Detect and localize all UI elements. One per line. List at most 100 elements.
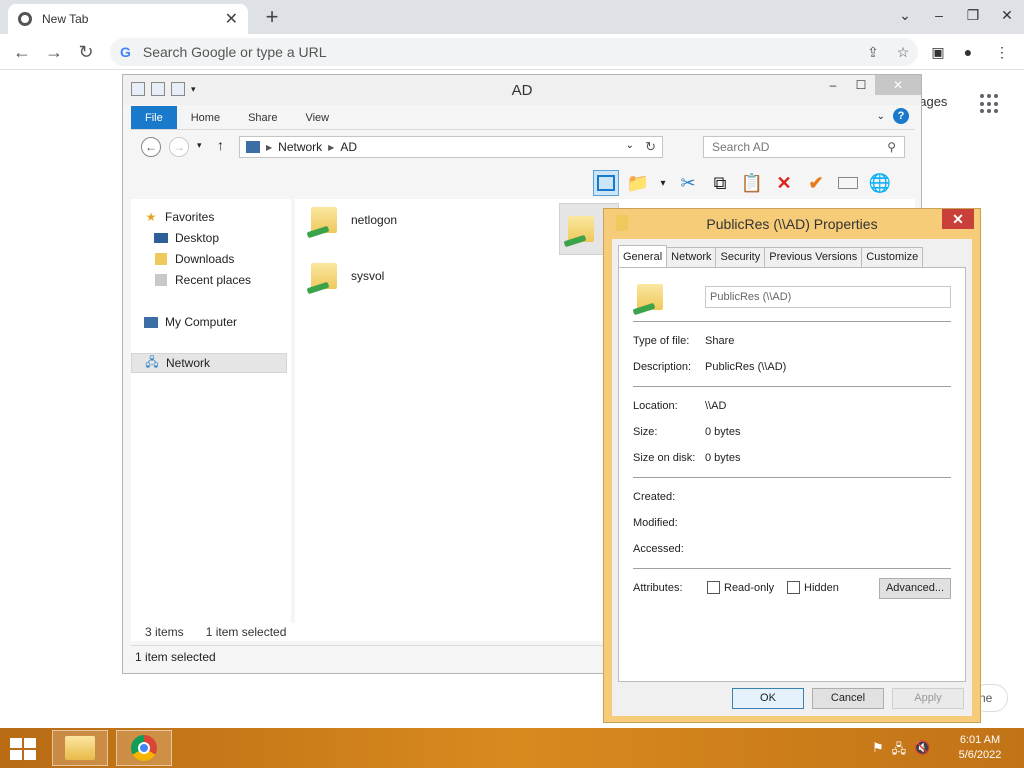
minimize-icon[interactable]: – (922, 0, 956, 34)
close-icon[interactable]: ✕ (942, 209, 974, 229)
action-center-flag-icon[interactable]: ⚑ (872, 740, 884, 762)
forward-icon[interactable]: → (42, 40, 66, 64)
apply-button[interactable]: Apply (892, 688, 964, 709)
address-dropdown-icon[interactable]: ⌄ (626, 140, 634, 151)
recent-dropdown-icon[interactable]: ▾ (197, 140, 202, 151)
paste-icon[interactable]: 📋 (739, 170, 765, 196)
advanced-button[interactable]: Advanced... (879, 578, 951, 599)
tab-customize[interactable]: Customize (861, 247, 924, 268)
omnibox[interactable]: G Search Google or type a URL ⇪ ☆ (110, 38, 918, 66)
preview-pane-icon[interactable] (593, 170, 619, 196)
sidebar-item-network[interactable]: 🖧 Network (131, 353, 287, 373)
list-item[interactable]: netlogon (306, 205, 398, 239)
delete-icon[interactable]: ✕ (771, 170, 797, 196)
close-window-icon[interactable]: ✕ (990, 0, 1024, 34)
profile-avatar-icon[interactable]: ● (956, 40, 980, 64)
computer-icon (143, 315, 159, 329)
ok-button[interactable]: OK (732, 688, 804, 709)
chrome-taskbar-icon[interactable] (116, 730, 172, 766)
properties-titlebar: PublicRes (\\AD) Properties ✕ (604, 209, 980, 239)
up-icon[interactable]: ↑ (217, 137, 224, 153)
general-panel: PublicRes (\\AD) Type of file: Share Des… (618, 267, 966, 682)
sidebar-item-label: My Computer (165, 315, 238, 329)
size-label: Size: (633, 426, 658, 438)
restore-icon[interactable]: ❐ (956, 0, 990, 34)
bookmark-star-icon[interactable]: ☆ (888, 44, 918, 61)
tab-view[interactable]: View (291, 106, 343, 129)
organize-icon[interactable]: 📁 (625, 170, 651, 196)
selected-count: 1 item selected (205, 625, 287, 639)
close-icon[interactable]: ✕ (875, 75, 921, 95)
recent-places-icon (153, 273, 169, 287)
breadcrumb-separator-icon[interactable]: ▶ (328, 143, 334, 152)
divider (633, 477, 951, 478)
sidebar-item-downloads[interactable]: Downloads (153, 249, 309, 269)
help-icon[interactable]: ? (893, 108, 909, 124)
tab-security[interactable]: Security (715, 247, 766, 268)
sidebar-item-desktop[interactable]: Desktop (153, 228, 309, 248)
checkbox-box[interactable] (787, 581, 800, 594)
back-icon[interactable]: ← (10, 40, 34, 64)
menu-icon[interactable]: ⋮ (990, 40, 1014, 64)
refresh-icon[interactable]: ↻ (645, 139, 656, 155)
modified-label: Modified: (633, 517, 678, 529)
rename-icon[interactable] (835, 170, 861, 196)
organize-dropdown-icon[interactable]: ▾ (657, 170, 669, 196)
tab-new-tab[interactable]: New Tab ✕ (8, 4, 248, 34)
minimize-icon[interactable]: – (819, 75, 847, 95)
volume-muted-icon[interactable]: 🔇 (914, 740, 930, 762)
back-icon[interactable]: ← (141, 137, 161, 157)
tab-network[interactable]: Network (666, 247, 717, 268)
close-tab-icon[interactable]: ✕ (225, 9, 238, 29)
search-input[interactable]: Search AD ⚲ (703, 136, 905, 158)
shared-folder-icon (306, 261, 341, 295)
share-icon[interactable]: ⇪ (858, 44, 888, 61)
readonly-checkbox[interactable]: Read-only (707, 581, 774, 594)
sidebar-item-favorites[interactable]: ★ Favorites (143, 207, 299, 227)
clock-time: 6:01 AM (959, 734, 1001, 746)
network-status-icon[interactable]: 🖧 (892, 740, 907, 762)
sidebar-item-label: Downloads (175, 252, 235, 266)
breadcrumb-ad[interactable]: AD (340, 140, 357, 154)
sidebar-item-computer[interactable]: My Computer (143, 312, 299, 332)
taskbar: ⚑ 🖧 🔇 6:01 AM 5/6/2022 (0, 728, 1024, 768)
checkbox-box[interactable] (707, 581, 720, 594)
windows-start-icon[interactable] (10, 738, 38, 760)
divider (633, 386, 951, 387)
address-row: ← → ▾ ↑ ▶ Network ▶ AD ⌄ ↻ Search AD ⚲ (131, 133, 915, 163)
desktop-icon (153, 231, 169, 245)
apps-grid-icon[interactable] (980, 94, 1000, 114)
reload-icon[interactable]: ↻ (74, 40, 98, 64)
tab-general[interactable]: General (618, 245, 668, 267)
maximize-icon[interactable]: ☐ (847, 75, 875, 95)
copy-icon[interactable]: ⧉ (707, 170, 733, 196)
file-explorer-taskbar-icon[interactable] (52, 730, 108, 766)
tab-previous-versions[interactable]: Previous Versions (764, 247, 863, 268)
checkmark-icon[interactable]: ✔ (803, 170, 829, 196)
forward-icon[interactable]: → (169, 137, 189, 157)
expand-ribbon-icon[interactable]: ⌄ (877, 111, 885, 122)
tab-share[interactable]: Share (234, 106, 291, 129)
file-name: netlogon (351, 213, 398, 227)
taskbar-clock[interactable]: 6:01 AM 5/6/2022 (950, 733, 1010, 763)
name-field[interactable]: PublicRes (\\AD) (705, 286, 951, 308)
cancel-button[interactable]: Cancel (812, 688, 884, 709)
tab-search-icon[interactable]: ⌄ (888, 0, 922, 34)
search-icon: ⚲ (887, 140, 896, 154)
list-item[interactable]: sysvol (306, 261, 384, 295)
tab-file[interactable]: File (131, 106, 177, 129)
breadcrumb-network[interactable]: Network (278, 140, 322, 154)
navigation-pane: ★ Favorites Desktop Downloads Recent pla… (131, 199, 291, 629)
description-value: PublicRes (\\AD) (705, 361, 787, 373)
breadcrumb-separator-icon[interactable]: ▶ (266, 143, 272, 152)
hidden-checkbox[interactable]: Hidden (787, 581, 839, 594)
ribbon-tabs: File Home Share View ⌄ ? (131, 106, 915, 130)
sidebar-item-recent[interactable]: Recent places (153, 270, 309, 290)
side-panel-icon[interactable]: ▣ (926, 40, 950, 64)
new-tab-button[interactable]: + (260, 4, 284, 30)
dialog-title: PublicRes (\\AD) Properties (706, 216, 878, 232)
cut-icon[interactable]: ✂ (675, 170, 701, 196)
globe-icon[interactable]: 🌐 (867, 170, 893, 196)
tab-home[interactable]: Home (177, 106, 234, 129)
address-bar[interactable]: ▶ Network ▶ AD ⌄ ↻ (239, 136, 663, 158)
